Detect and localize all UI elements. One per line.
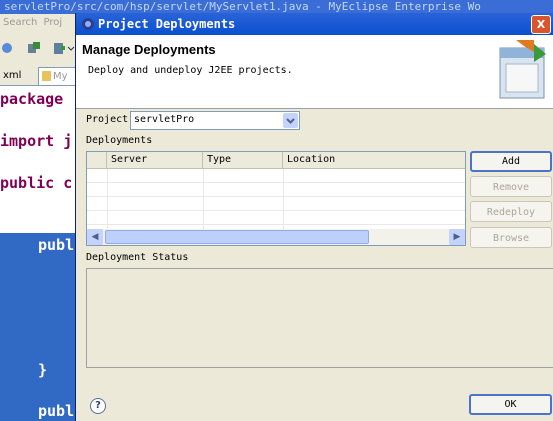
scroll-left-icon[interactable]: ◀: [87, 229, 103, 245]
table-header: Server Type Location: [87, 152, 465, 169]
project-select[interactable]: servletPro: [130, 111, 300, 130]
column-header-type[interactable]: Type: [203, 152, 283, 168]
dialog-title-bar[interactable]: Project Deployments X: [76, 13, 553, 35]
horizontal-scrollbar[interactable]: ◀ ▶: [87, 229, 465, 245]
chevron-down-icon[interactable]: [67, 41, 75, 55]
deploy-icon[interactable]: [27, 41, 41, 55]
column-divider: [107, 169, 108, 229]
dialog-title: Project Deployments: [98, 17, 236, 31]
column-header-server[interactable]: Server: [107, 152, 203, 168]
ok-button[interactable]: OK: [469, 394, 552, 415]
table-row[interactable]: [87, 183, 465, 197]
help-icon[interactable]: ?: [90, 398, 106, 414]
project-label: Project: [86, 114, 129, 125]
tab-myservlet[interactable]: My: [38, 67, 77, 85]
deployments-label: Deployments: [86, 135, 153, 146]
deployment-status-panel: [86, 268, 553, 368]
background-editor-tabs: xml My: [0, 64, 77, 86]
code-line: import j: [0, 132, 73, 150]
selection-highlight: [0, 233, 75, 421]
column-divider: [283, 169, 284, 229]
close-button[interactable]: X: [531, 15, 551, 34]
redeploy-button[interactable]: Redeploy: [470, 201, 552, 222]
deployment-wizard-icon: [499, 40, 546, 99]
banner-description: Deploy and undeploy J2EE projects.: [88, 65, 293, 76]
myeclipse-app-icon: [82, 18, 94, 30]
menu-project[interactable]: Proj: [41, 17, 63, 28]
code-line: publ: [38, 236, 75, 254]
java-file-icon: [42, 71, 51, 81]
table-row[interactable]: [87, 211, 465, 225]
dialog-banner: Manage Deployments Deploy and undeploy J…: [76, 35, 553, 109]
browse-button[interactable]: Browse: [470, 227, 552, 248]
add-button[interactable]: Add: [470, 151, 552, 172]
table-row[interactable]: [87, 169, 465, 183]
banner-title: Manage Deployments: [82, 42, 216, 57]
code-line: package: [0, 90, 64, 108]
table-header-selector[interactable]: [87, 152, 107, 168]
server-icon[interactable]: [52, 41, 66, 55]
project-select-value: servletPro: [134, 114, 195, 125]
project-deployments-dialog: Project Deployments X Manage Deployments…: [75, 13, 553, 421]
background-toolbar: [0, 32, 75, 65]
tab-xml[interactable]: xml: [0, 67, 24, 84]
code-line: publ: [38, 402, 75, 420]
table-row[interactable]: [87, 197, 465, 211]
scroll-right-icon[interactable]: ▶: [449, 229, 465, 245]
refresh-icon[interactable]: [0, 41, 14, 55]
column-header-location[interactable]: Location: [283, 152, 465, 168]
deployments-table[interactable]: Server Type Location ◀ ▶: [86, 151, 466, 246]
code-line: public c: [0, 174, 73, 192]
chevron-down-icon[interactable]: [283, 113, 298, 128]
background-menu-bar: Search Proj: [0, 14, 75, 32]
code-line: }: [38, 361, 48, 379]
remove-button[interactable]: Remove: [470, 176, 552, 197]
menu-search[interactable]: Search: [0, 17, 37, 28]
column-divider: [203, 169, 204, 229]
deployment-status-label: Deployment Status: [86, 252, 189, 263]
code-editor[interactable]: package import j public c publ } publ: [0, 86, 75, 421]
background-window-title: servletPro/src/com/hsp/servlet/MyServlet…: [0, 0, 553, 14]
scrollbar-thumb[interactable]: [105, 230, 369, 244]
